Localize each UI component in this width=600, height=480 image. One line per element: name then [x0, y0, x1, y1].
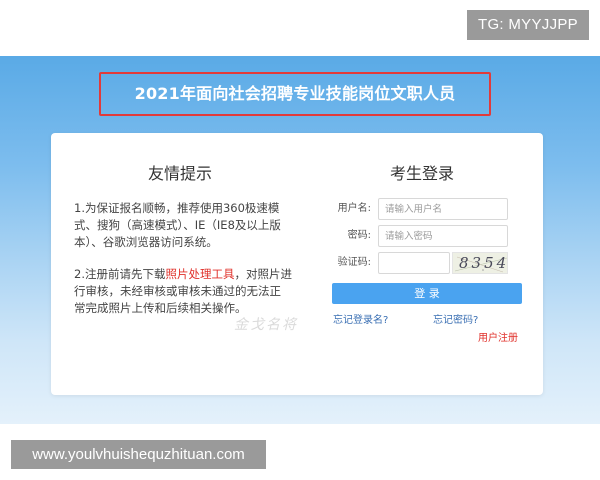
username-input[interactable] — [378, 198, 508, 220]
login-button[interactable]: 登 录 — [332, 283, 522, 304]
page-title: 2021年面向社会招聘专业技能岗位文职人员 — [134, 84, 456, 103]
login-title: 考生登录 — [389, 164, 454, 183]
tip-item-2-text: 2.注册前请先下载 — [74, 267, 166, 281]
watermark-logo: 金戈名将 — [234, 317, 298, 333]
tg-badge: TG: MYYJJPP — [467, 10, 589, 40]
tip-item-2: 2.注册前请先下载照片处理工具，对照片进行审核，未经审核或审核未通过的无法正常完… — [74, 266, 292, 317]
captcha-input[interactable] — [378, 252, 450, 274]
register-link[interactable]: 用户注册 — [478, 332, 518, 346]
captcha-code: 8354 — [459, 254, 508, 272]
username-label: 用户名: — [337, 203, 371, 214]
page: 2021年面向社会招聘专业技能岗位文职人员 友情提示 1.为保证报名顺畅，推荐使… — [0, 0, 600, 480]
forgot-username-link[interactable]: 忘记登录名? — [333, 314, 388, 328]
captcha-image[interactable]: 8354 — [452, 252, 508, 274]
url-badge: www.youlvhuishequzhituan.com — [11, 440, 266, 469]
captcha-label: 验证码: — [337, 257, 371, 268]
tip-item-1: 1.为保证报名顺畅，推荐使用360极速模式、搜狗（高速模式）、IE（IE8及以上… — [74, 201, 281, 249]
forgot-password-link[interactable]: 忘记密码? — [433, 314, 478, 328]
photo-tool-link[interactable]: 照片处理工具 — [165, 267, 234, 281]
password-label: 密码: — [347, 230, 371, 241]
password-input[interactable] — [378, 225, 508, 247]
tips-title: 友情提示 — [147, 164, 212, 183]
